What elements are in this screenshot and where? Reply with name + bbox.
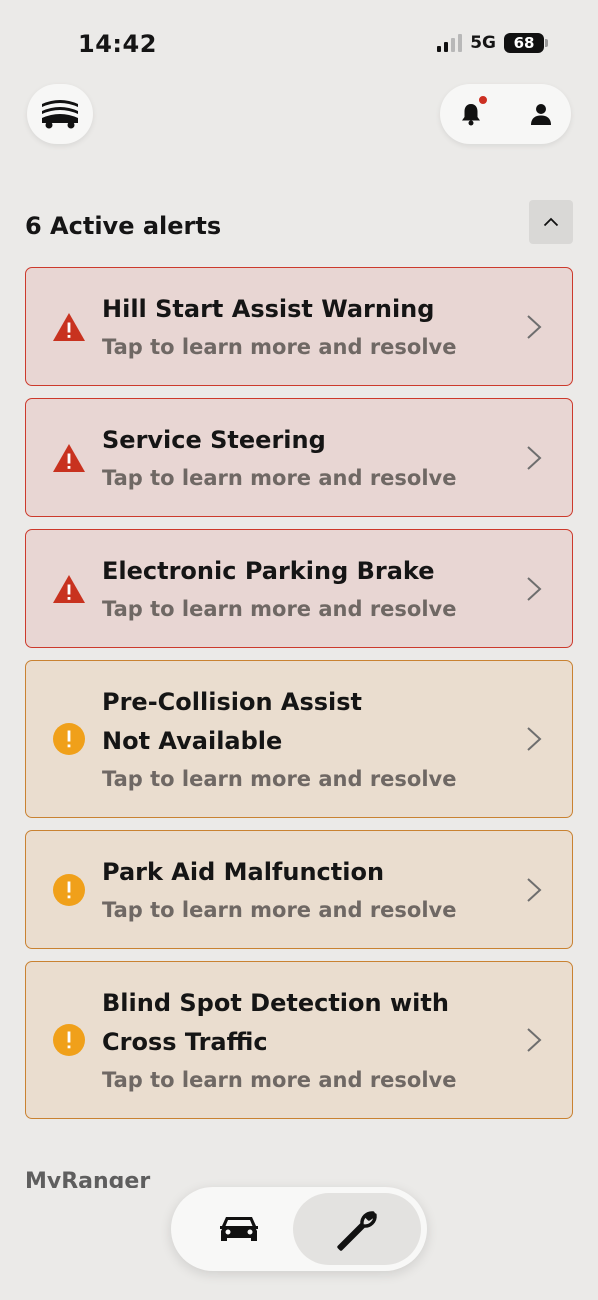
alert-card[interactable]: Hill Start Assist Warning Tap to learn m…: [25, 267, 573, 386]
alert-subtitle: Tap to learn more and resolve: [102, 1068, 457, 1092]
alerts-list: Hill Start Assist Warning Tap to learn m…: [25, 267, 573, 1131]
warning-triangle-icon: [53, 574, 85, 603]
alert-title: Hill Start Assist Warning: [102, 295, 435, 323]
status-bar: 14:42 5G 68: [0, 0, 598, 80]
header-actions: [440, 84, 571, 144]
person-icon[interactable]: [529, 102, 553, 126]
alert-subtitle: Tap to learn more and resolve: [102, 597, 457, 621]
battery-level: 68: [513, 34, 535, 52]
nav-item-service[interactable]: [293, 1193, 421, 1265]
wrench-icon: [337, 1211, 377, 1251]
alert-card[interactable]: Blind Spot Detection with Cross Traffic …: [25, 961, 573, 1119]
status-indicators: 5G 68: [437, 33, 548, 53]
alert-card[interactable]: Park Aid Malfunction Tap to learn more a…: [25, 830, 573, 949]
car-icon: [220, 1217, 258, 1241]
bell-icon[interactable]: [460, 102, 482, 126]
vehicle-menu-button[interactable]: [27, 84, 93, 144]
alert-subtitle: Tap to learn more and resolve: [102, 335, 457, 359]
alert-subtitle: Tap to learn more and resolve: [102, 898, 457, 922]
nav-item-vehicle[interactable]: [197, 1199, 281, 1259]
alert-title: Blind Spot Detection with Cross Traffic: [102, 989, 449, 1056]
warning-circle-icon: [53, 873, 85, 906]
alert-title: Electronic Parking Brake: [102, 557, 435, 585]
chevron-right-icon: [527, 877, 542, 902]
alert-title: Pre-Collision Assist Not Available: [102, 688, 363, 755]
chevron-up-icon: [543, 217, 559, 227]
next-section-clip: MyRanger: [25, 1168, 325, 1188]
chevron-right-icon: [527, 727, 542, 751]
alert-subtitle: Tap to learn more and resolve: [102, 466, 457, 490]
vehicle-menu-icon: [42, 100, 78, 129]
alert-card[interactable]: Electronic Parking Brake Tap to learn mo…: [25, 529, 573, 648]
collapse-alerts-button[interactable]: [529, 200, 573, 244]
alert-title: Service Steering: [102, 426, 326, 454]
alerts-count-title: 6 Active alerts: [25, 212, 222, 240]
alert-card[interactable]: Service Steering Tap to learn more and r…: [25, 398, 573, 517]
chevron-right-icon: [527, 314, 542, 339]
chevron-right-icon: [527, 576, 542, 601]
next-section-title: MyRanger: [25, 1169, 151, 1188]
chevron-right-icon: [527, 1028, 542, 1052]
battery-icon: 68: [504, 33, 548, 53]
status-time: 14:42: [78, 30, 157, 58]
alert-subtitle: Tap to learn more and resolve: [102, 767, 457, 791]
signal-strength-icon: [437, 34, 463, 52]
chevron-right-icon: [527, 445, 542, 470]
bottom-nav: [171, 1187, 427, 1271]
warning-circle-icon: [53, 723, 85, 755]
warning-circle-icon: [53, 1024, 85, 1056]
network-type: 5G: [470, 33, 496, 53]
warning-triangle-icon: [53, 443, 85, 472]
alert-card[interactable]: Pre-Collision Assist Not Available Tap t…: [25, 660, 573, 818]
alerts-section-header: 6 Active alerts: [25, 200, 573, 244]
warning-triangle-icon: [53, 312, 85, 341]
alert-title: Park Aid Malfunction: [102, 858, 385, 886]
notification-dot: [478, 95, 488, 105]
